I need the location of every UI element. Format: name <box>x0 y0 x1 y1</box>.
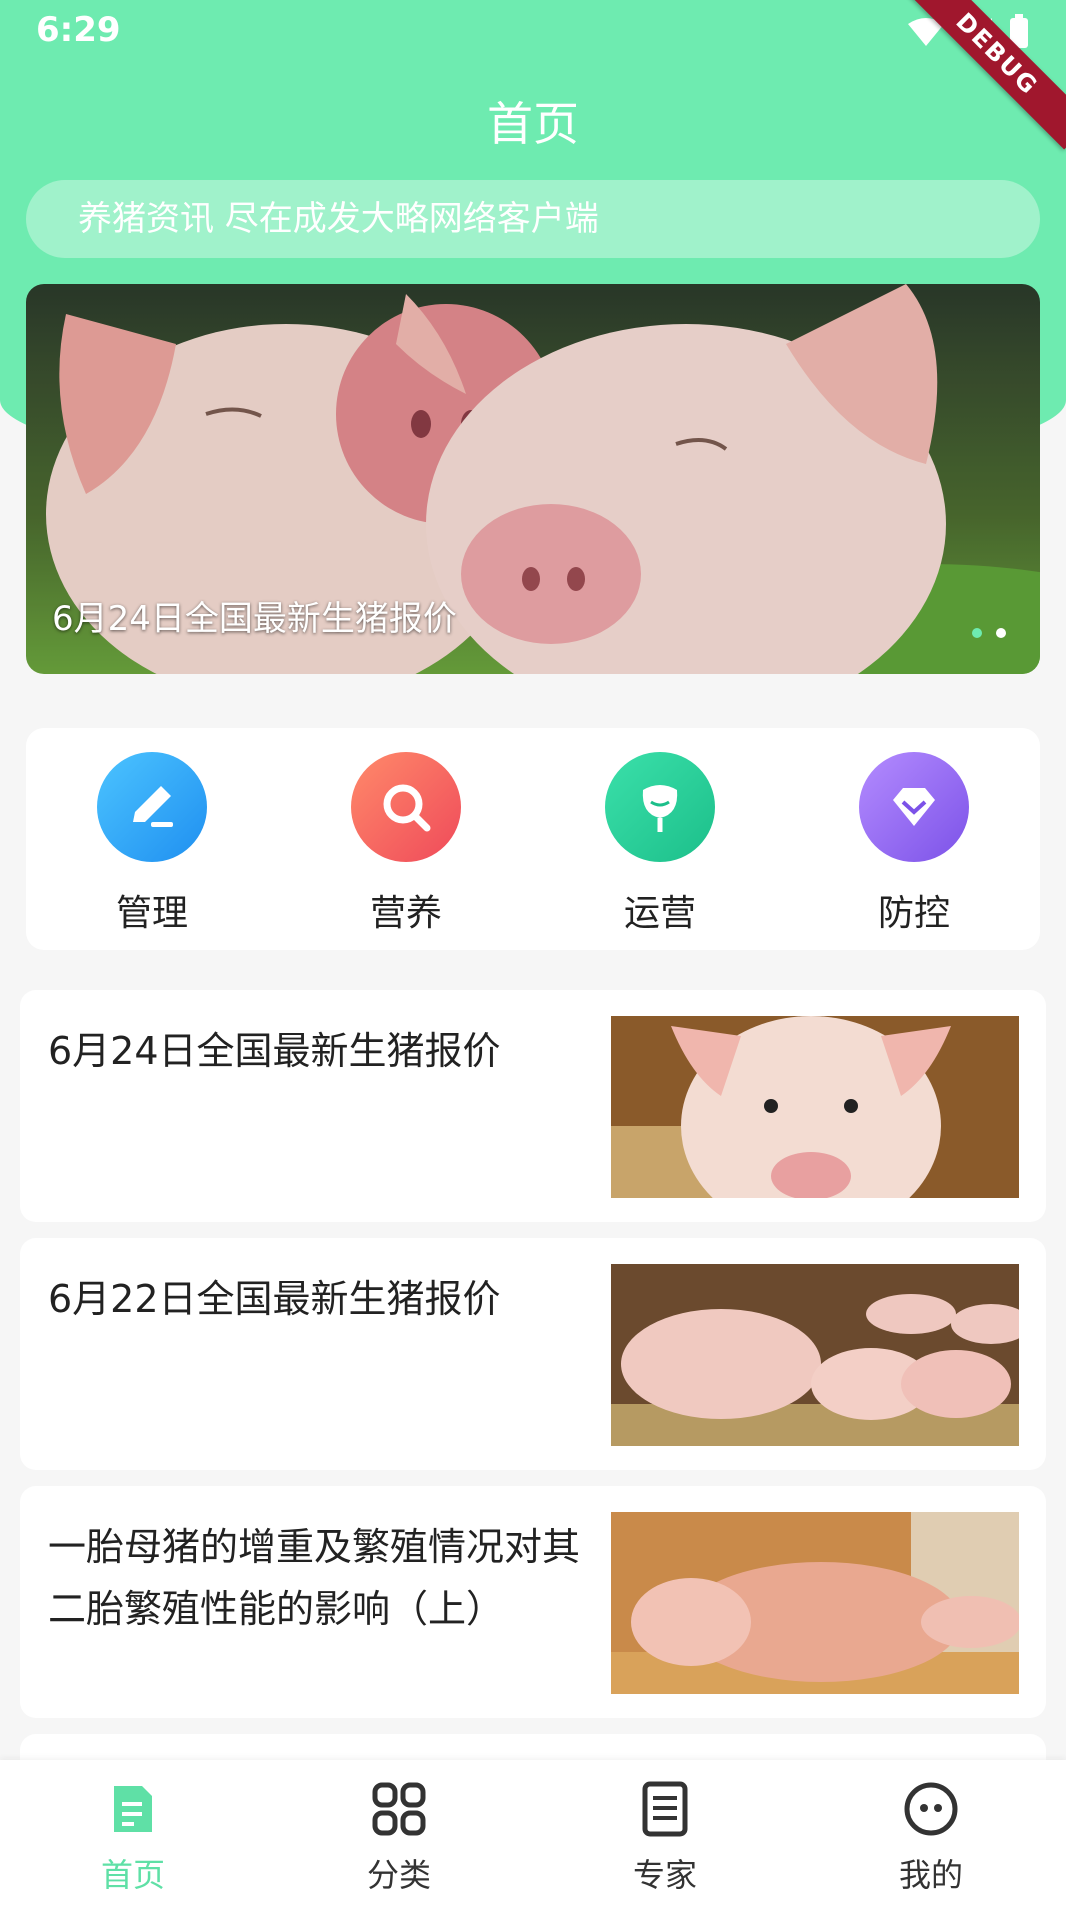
list-icon <box>532 1776 798 1842</box>
status-time: 6:29 <box>36 10 121 50</box>
category-label: 防控 <box>877 893 950 934</box>
search-icon <box>351 752 461 862</box>
tab-label: 首页 <box>100 1856 165 1894</box>
news-thumbnail <box>611 1264 1019 1446</box>
news-title: 6月24日全国最新生猪报价 <box>48 1029 501 1073</box>
tab-label: 专家 <box>632 1856 697 1894</box>
banner-caption: 6月24日全国最新生猪报价 <box>52 599 457 639</box>
category-management[interactable]: 管理 <box>52 752 252 936</box>
edit-icon <box>97 752 207 862</box>
face-icon <box>798 1776 1064 1842</box>
category-prevention[interactable]: 防控 <box>814 752 1014 936</box>
category-label: 管理 <box>115 893 188 934</box>
news-item[interactable]: 6月22日全国最新生猪报价 <box>20 1238 1046 1470</box>
category-label: 营养 <box>369 893 442 934</box>
carousel-dot-active <box>972 628 982 638</box>
tab-label: 我的 <box>898 1856 963 1894</box>
category-operation[interactable]: 运营 <box>560 752 760 936</box>
tab-mine[interactable]: 我的 <box>798 1776 1064 1896</box>
tab-expert[interactable]: 专家 <box>532 1776 798 1896</box>
bottom-tab-bar: 首页 分类 专家 我的 <box>0 1760 1066 1906</box>
news-title: 6月22日全国最新生猪报价 <box>48 1277 501 1321</box>
tab-label: 分类 <box>366 1856 431 1894</box>
news-item[interactable]: 6月24日全国最新生猪报价 <box>20 990 1046 1222</box>
news-title: 一胎母猪的增重及繁殖情况对其二胎繁殖性能的影响（上） <box>48 1525 581 1631</box>
tab-category[interactable]: 分类 <box>266 1776 532 1896</box>
document-icon <box>0 1776 266 1842</box>
carousel-dot <box>996 628 1006 638</box>
banner-carousel[interactable]: 6月24日全国最新生猪报价 <box>26 284 1040 674</box>
category-label: 运营 <box>623 893 696 934</box>
carousel-indicator <box>972 628 1006 638</box>
news-item[interactable]: 一胎母猪的增重及繁殖情况对其二胎繁殖性能的影响（上） <box>20 1486 1046 1718</box>
grid-icon <box>266 1776 532 1842</box>
page-title: 首页 <box>487 97 579 151</box>
diamond-icon <box>859 752 969 862</box>
search-bar[interactable]: 养猪资讯 尽在成发大略网络客户端 <box>26 180 1040 258</box>
category-nutrition[interactable]: 营养 <box>306 752 506 936</box>
status-bar: 6:29 <box>0 0 1066 64</box>
tab-home[interactable]: 首页 <box>0 1776 266 1896</box>
news-thumbnail <box>611 1016 1019 1198</box>
flower-icon <box>605 752 715 862</box>
news-thumbnail <box>611 1512 1019 1694</box>
category-card: 管理 营养 运营 防控 <box>26 728 1040 950</box>
